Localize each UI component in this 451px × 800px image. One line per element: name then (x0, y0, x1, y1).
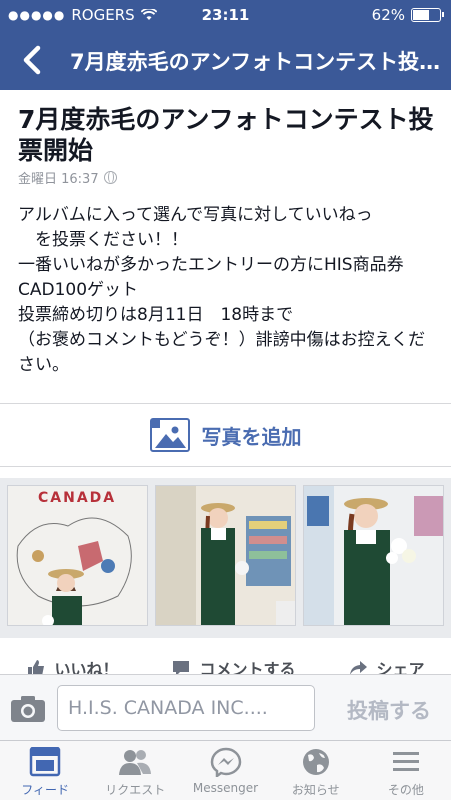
tab-requests[interactable]: リクエスト (90, 741, 180, 800)
tab-label: お知らせ (291, 783, 340, 797)
post-body-line: アルバムに入って選んで写真に対していいねっ を投票ください！！ (18, 205, 373, 250)
post-meta: 金曜日 16:37 (18, 168, 117, 187)
friends-icon (119, 750, 152, 775)
tab-more[interactable]: その他 (361, 741, 451, 800)
tab-feed[interactable]: フィード (0, 741, 90, 800)
messenger-icon (210, 747, 241, 777)
status-bar: ●●●●● ROGERS 23:11 62% (0, 0, 451, 30)
post-body-line: 投票締め切りは8月11日 18時まで (18, 305, 294, 325)
nav-title: 7月度赤毛のアンフォトコンテスト投票開始 (70, 50, 441, 74)
tab-label: Messenger (192, 781, 259, 795)
tab-bar: フィード リクエスト Messenger お知らせ その他 (0, 740, 451, 800)
divider (0, 466, 451, 467)
back-chevron-icon[interactable] (14, 40, 48, 80)
battery-percent: 62% (371, 6, 405, 24)
nav-bar: 7月度赤毛のアンフォトコンテスト投票開始 (0, 30, 451, 90)
post-body-line: （お褒めコメントもどうぞ！）誹謗中傷はお控えください。 (18, 330, 426, 375)
menu-icon (392, 752, 419, 771)
tab-label: フィード (21, 783, 69, 797)
public-globe-icon (103, 171, 117, 184)
add-photo-button[interactable]: 写真を追加 (0, 404, 451, 466)
post-body: アルバムに入って選んで写真に対していいねっ を投票ください！！ 一番いいねが多か… (18, 203, 436, 378)
photo-icon (147, 416, 190, 452)
comment-input[interactable]: H.I.S. CANADA INC.... (57, 685, 315, 731)
photo-thumbnail[interactable] (155, 485, 296, 626)
post-title: 7月度赤毛のアンフォトコンテスト投票開始 (18, 105, 434, 165)
globe-icon (302, 749, 329, 775)
battery-icon (411, 8, 444, 22)
tab-messenger[interactable]: Messenger (180, 741, 270, 800)
add-photo-label: 写真を追加 (201, 424, 302, 449)
comment-composer: H.I.S. CANADA INC.... 投稿する (0, 674, 451, 740)
photo-caption: CANADA (38, 490, 117, 506)
tab-label: リクエスト (105, 783, 166, 797)
photo-strip: CANADA (0, 478, 451, 638)
camera-icon[interactable] (10, 695, 46, 723)
post-button[interactable]: 投稿する (347, 695, 431, 725)
photo-thumbnail[interactable]: CANADA (7, 485, 148, 626)
battery-fill (413, 10, 429, 20)
photo-thumbnail[interactable] (303, 485, 444, 626)
post-timestamp[interactable]: 金曜日 16:37 (18, 168, 99, 187)
feed-icon (29, 747, 61, 777)
tab-label: その他 (387, 783, 424, 797)
post-body-line: 一番いいねが多かったエントリーの方にHIS商品券 CAD100ゲット (18, 255, 409, 300)
tab-notifications[interactable]: お知らせ (271, 741, 361, 800)
